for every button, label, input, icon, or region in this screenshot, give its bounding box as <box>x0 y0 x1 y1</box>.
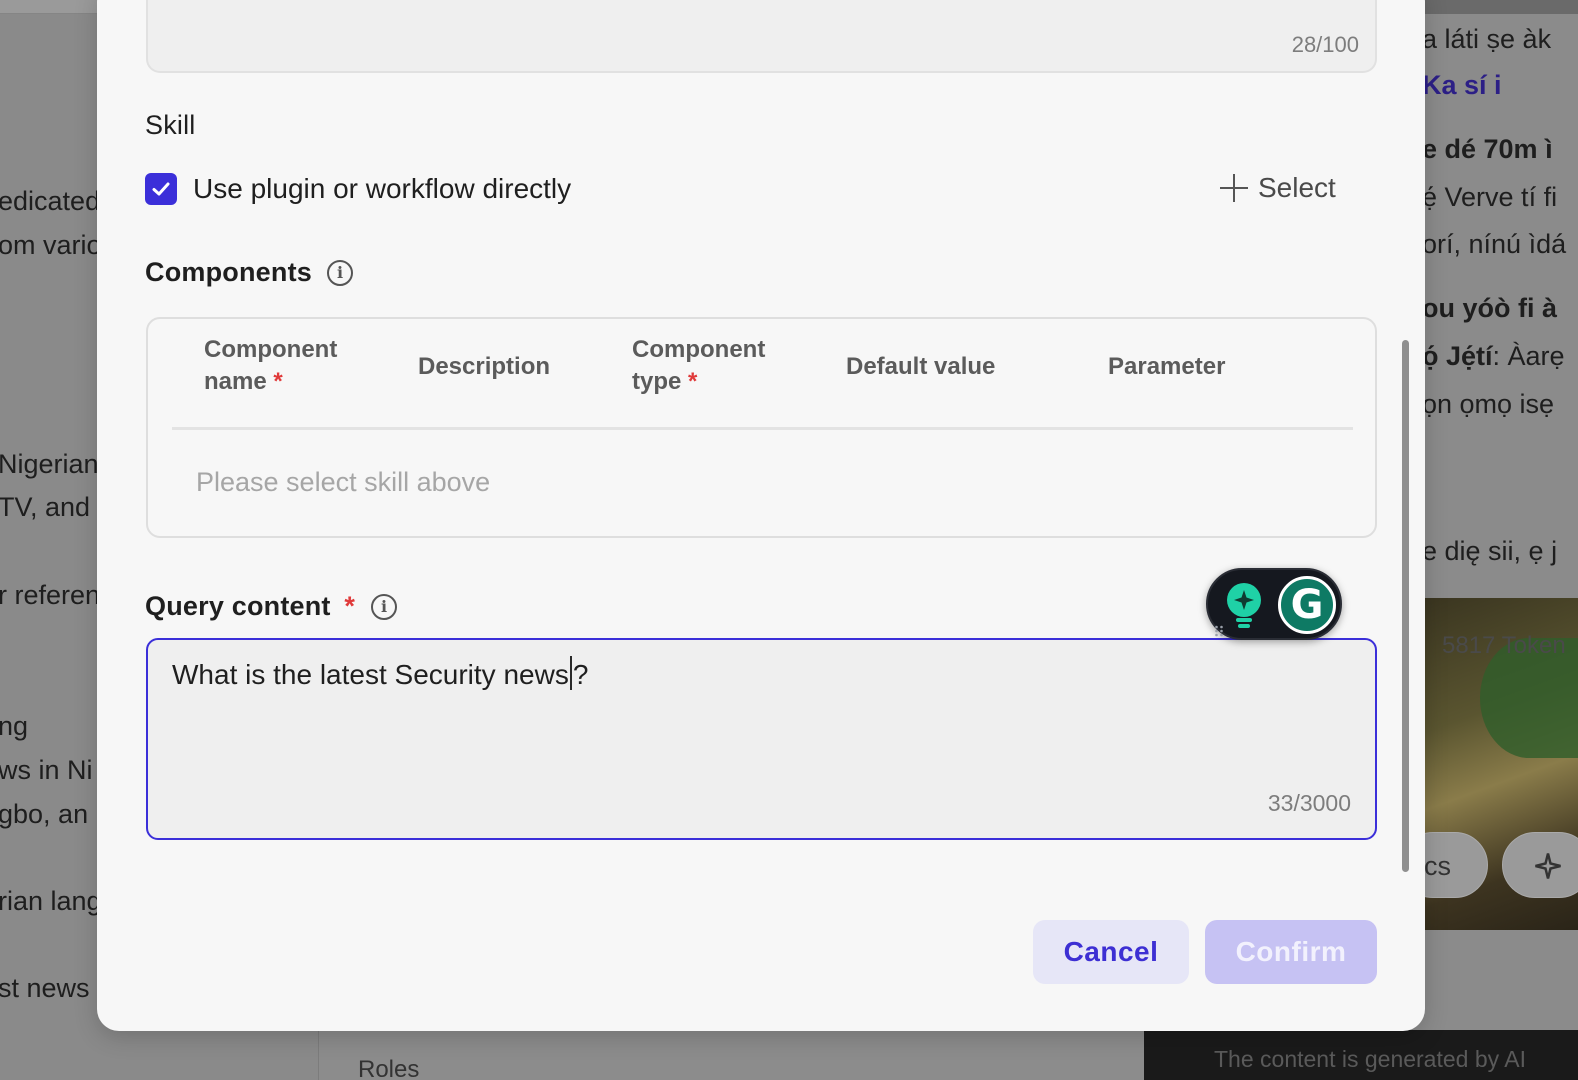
drag-handle-icon[interactable] <box>1214 624 1224 638</box>
column-component-name-line2: name <box>204 368 267 395</box>
select-skill-button[interactable]: Select <box>1220 168 1336 208</box>
components-empty-message: Please select skill above <box>196 467 491 497</box>
select-skill-label: Select <box>1258 172 1336 203</box>
skill-title: Skill <box>145 110 196 140</box>
grammarly-letter: G <box>1290 582 1324 628</box>
column-component-name-line1: Component <box>204 336 338 363</box>
background-text-rest: : Àarẹ <box>1492 341 1565 371</box>
checkmark-icon <box>152 182 170 196</box>
background-text: ọ́ Jẹ́tí: Àarẹ <box>1422 341 1565 372</box>
query-content-textarea[interactable]: What is the latest Security news? 33/300… <box>146 638 1377 840</box>
background-text: r referen <box>0 580 101 610</box>
query-char-counter: 33/3000 <box>1267 790 1351 816</box>
query-content-title: Query content * <box>145 591 355 622</box>
background-text: orí, nínú ìdá <box>1422 229 1567 259</box>
background-token-count: 5817 Token <box>1442 632 1566 659</box>
required-asterisk: * <box>273 368 283 395</box>
background-text: rian lang <box>0 886 102 916</box>
background-link: Ka sí i <box>1422 70 1502 100</box>
plus-icon <box>1220 174 1248 202</box>
lightbulb-icon[interactable] <box>1224 582 1264 630</box>
query-content-value: What is the latest Security news? <box>172 656 588 691</box>
text-caret <box>569 656 572 690</box>
background-text: ws in Ni <box>0 755 93 785</box>
sparkle-icon <box>1535 853 1561 879</box>
description-char-counter: 28/100 <box>1291 32 1359 57</box>
background-text: st news <box>0 973 90 1003</box>
cancel-button[interactable]: Cancel <box>1033 920 1189 984</box>
background-pill-text: cs <box>1424 851 1451 881</box>
background-text: a láti ṣe àk <box>1422 24 1552 54</box>
use-plugin-checkbox[interactable] <box>145 173 177 205</box>
components-title: Components <box>145 257 312 287</box>
query-content-label: Query content <box>145 591 331 621</box>
column-component-name: Component name * <box>204 334 337 398</box>
query-info-icon[interactable]: i <box>371 594 397 620</box>
table-header-divider <box>172 427 1353 430</box>
query-text-after-caret: ? <box>572 659 589 690</box>
background-text: ou yóò fi à <box>1422 293 1557 323</box>
column-default-value: Default value <box>846 353 996 380</box>
column-component-type-line1: Component <box>632 336 766 363</box>
grammarly-logo-icon[interactable]: G <box>1278 576 1336 634</box>
ai-disclaimer: The content is generated by AI <box>1214 1046 1526 1072</box>
column-parameter: Parameter <box>1108 353 1226 380</box>
background-text: e dię sii, ẹ j <box>1422 536 1558 566</box>
background-text: ẹ́ Verve tí fi <box>1422 182 1558 212</box>
components-info-icon[interactable]: i <box>327 260 353 286</box>
column-component-name-line2-wrap: name * <box>204 366 337 398</box>
background-text: edicated <box>0 186 101 216</box>
background-roles-label: Roles <box>358 1056 420 1080</box>
required-asterisk: * <box>688 368 698 395</box>
query-text-before-caret: What is the latest Security news <box>172 659 569 690</box>
components-table: Component name * Description Component t… <box>146 317 1377 538</box>
description-field[interactable]: 28/100 <box>146 0 1377 73</box>
grammarly-widget[interactable]: G <box>1206 568 1342 640</box>
column-component-type: Component type * <box>632 334 765 398</box>
background-text: TV, and <box>0 492 91 522</box>
background-text: Nigerian <box>0 449 99 479</box>
use-plugin-label[interactable]: Use plugin or workflow directly <box>193 173 571 205</box>
background-pill-magic <box>1502 832 1578 898</box>
column-description: Description <box>418 353 551 380</box>
background-text: e dé 70m ì <box>1422 134 1553 164</box>
confirm-button[interactable]: Confirm <box>1205 920 1377 984</box>
background-text: ng <box>0 711 29 741</box>
column-component-type-line2: type <box>632 368 682 395</box>
background-text: gbo, an <box>0 799 89 829</box>
background-text-bold: ọ́ Jẹ́tí <box>1422 341 1493 371</box>
required-asterisk: * <box>344 591 356 621</box>
background-text: ọn ọmọ isẹ <box>1422 389 1555 419</box>
column-component-type-line2-wrap: type * <box>632 366 765 398</box>
background-text: om vario <box>0 230 102 260</box>
modal-scrollbar[interactable] <box>1402 340 1409 872</box>
